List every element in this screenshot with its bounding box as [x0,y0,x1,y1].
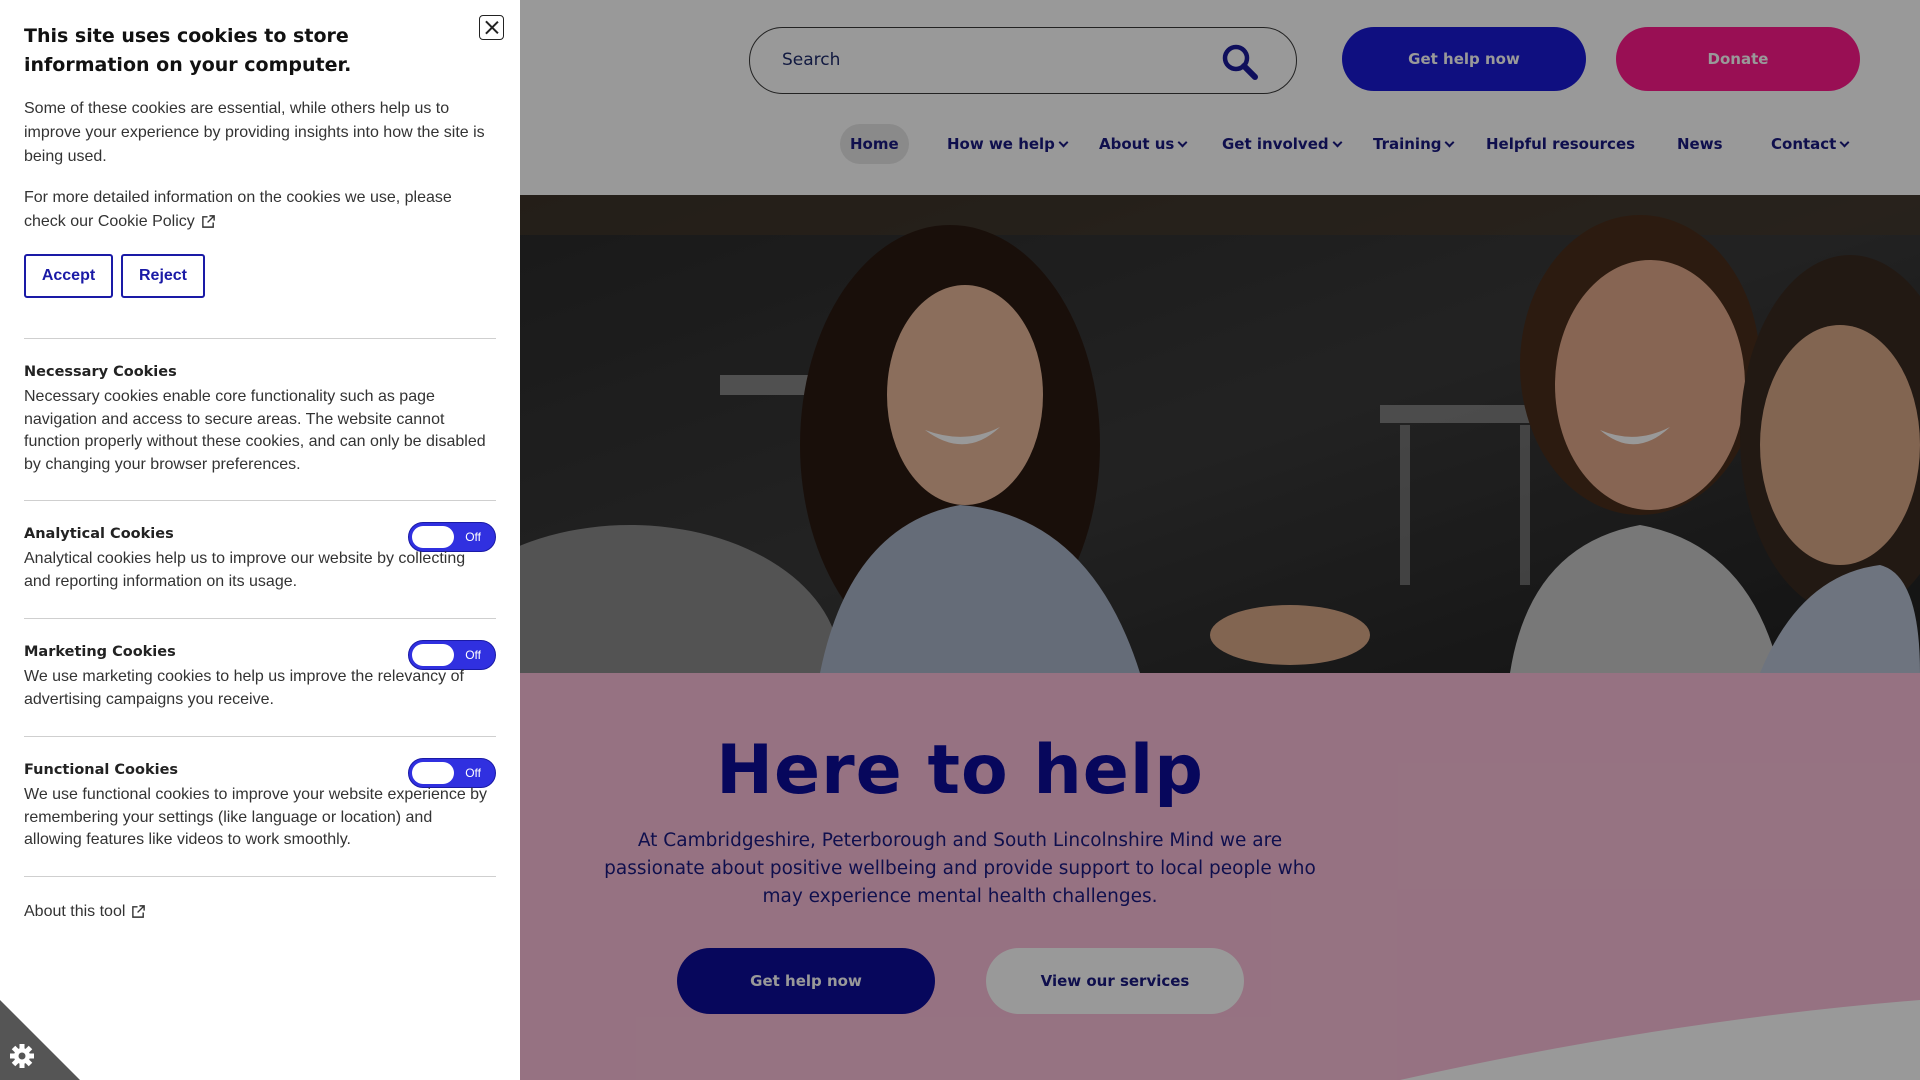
cookie-consent-panel: This site uses cookies to store informat… [0,0,520,1080]
reject-button[interactable]: Reject [121,254,205,298]
functional-cookies-text: We use functional cookies to improve you… [24,786,488,848]
divider [24,338,496,339]
toggle-state-label: Off [465,648,481,662]
toggle-state-label: Off [465,530,481,544]
necessary-cookies-text: Necessary cookies enable core functional… [24,388,486,473]
analytical-cookies-text: Analytical cookies help us to improve ou… [24,550,466,590]
necessary-cookies-title: Necessary Cookies [24,364,177,380]
functional-cookies-title: Functional Cookies [24,762,179,778]
divider [24,876,496,877]
divider [24,500,496,501]
toggle-knob [412,644,454,666]
marketing-cookies-text: We use marketing cookies to help us impr… [24,668,464,708]
divider [24,736,496,737]
cookie-intro-text: Some of these cookies are essential, whi… [24,100,485,165]
about-tool-link[interactable]: About this tool [24,903,125,920]
cookie-settings-icon[interactable] [0,1000,80,1080]
divider [24,618,496,619]
external-link-icon [132,905,146,918]
cookie-panel-title: This site uses cookies to store informat… [24,25,352,76]
cookie-policy-link[interactable]: For more detailed information on the coo… [24,189,452,230]
toggle-state-label: Off [465,766,481,780]
external-link-icon [201,215,215,228]
cookie-policy-paragraph: For more detailed information on the coo… [24,186,494,234]
close-icon[interactable] [479,15,504,40]
about-tool-row: About this tool [24,900,494,924]
toggle-knob [412,526,454,548]
analytical-cookies-title: Analytical Cookies [24,526,174,542]
marketing-cookies-title: Marketing Cookies [24,644,176,660]
toggle-knob [412,762,454,784]
accept-button[interactable]: Accept [24,254,113,298]
